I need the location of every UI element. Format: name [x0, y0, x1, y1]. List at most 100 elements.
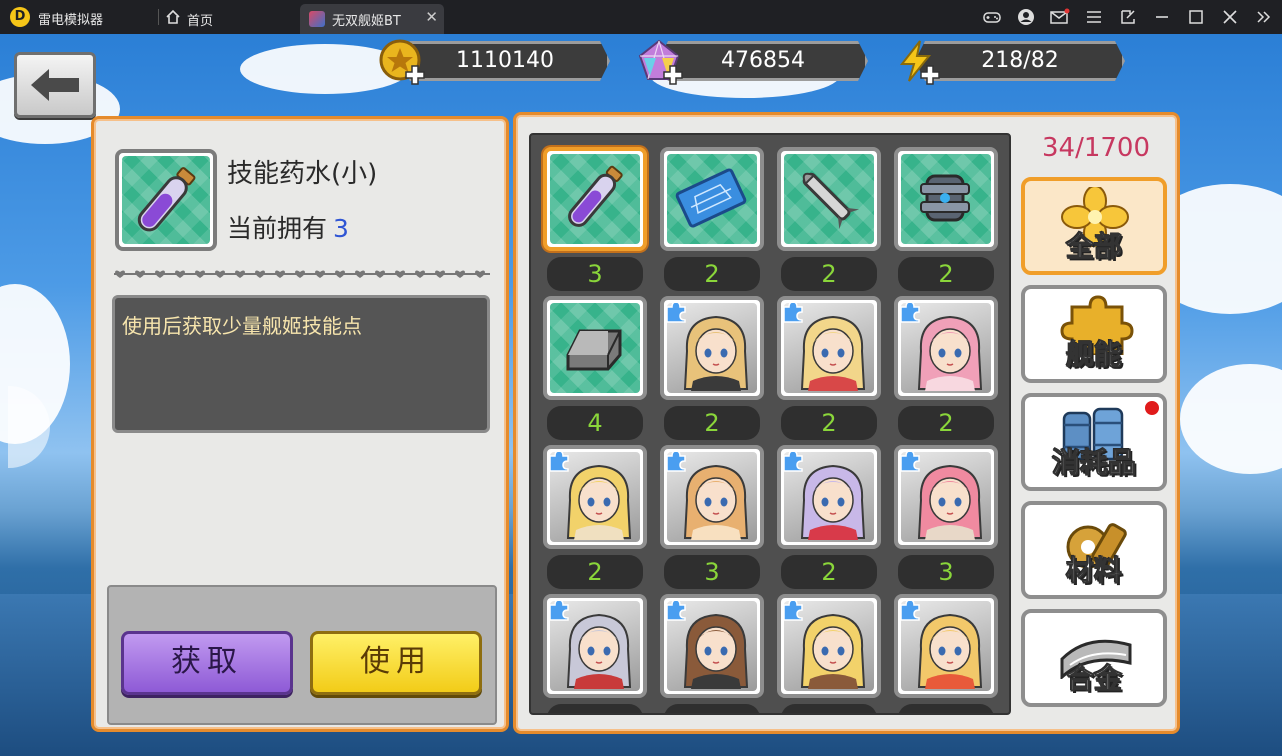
game-app-icon — [309, 11, 325, 27]
item-count — [781, 704, 877, 713]
add-gems-icon[interactable] — [662, 64, 684, 86]
item-slot[interactable] — [777, 296, 881, 400]
gold-resource: 1110140 — [378, 38, 612, 86]
popout-icon[interactable] — [1117, 6, 1139, 28]
item-slot[interactable] — [660, 594, 764, 698]
minimize-icon[interactable] — [1151, 6, 1173, 28]
category-label: 舰能 — [1065, 338, 1122, 372]
cloud-decoration — [1180, 364, 1282, 474]
item-slot[interactable] — [543, 594, 647, 698]
item-count: 3 — [547, 257, 643, 291]
category-tab-2[interactable]: 消耗品 — [1021, 393, 1167, 491]
item-detail-panel: 技能药水(小) 当前拥有 3 使用后获取少量舰姬技能点 获取 使用 — [91, 116, 509, 732]
fragment-puzzle-icon — [550, 601, 569, 621]
item-count: 2 — [898, 257, 994, 291]
titlebar-separator — [158, 9, 159, 25]
category-label: 全部 — [1065, 230, 1122, 264]
item-slot[interactable] — [543, 445, 647, 549]
fragment-puzzle-icon — [901, 303, 920, 323]
item-count: 2 — [547, 555, 643, 589]
module-icon — [920, 174, 970, 222]
item-slot[interactable] — [543, 296, 647, 400]
item-slot[interactable] — [777, 445, 881, 549]
item-slot[interactable] — [894, 147, 998, 251]
character-portrait-icon — [917, 464, 983, 540]
close-tab-icon[interactable]: ✕ — [425, 8, 438, 26]
character-portrait-icon — [566, 613, 632, 689]
tab-home[interactable]: 首页 — [165, 4, 295, 34]
item-count: 2 — [781, 406, 877, 440]
tab-game[interactable]: 无双舰姬BT ✕ — [300, 4, 444, 34]
maximize-icon[interactable] — [1185, 6, 1207, 28]
add-energy-icon[interactable] — [919, 64, 941, 86]
item-slot[interactable] — [777, 594, 881, 698]
gem-amount: 476854 — [658, 41, 868, 81]
item-count: 3 — [898, 555, 994, 589]
character-portrait-icon — [800, 464, 866, 540]
fragment-puzzle-icon — [901, 601, 920, 621]
character-portrait-icon — [683, 464, 749, 540]
item-slot[interactable] — [660, 445, 764, 549]
fragment-puzzle-icon — [667, 601, 686, 621]
account-icon[interactable] — [1015, 6, 1037, 28]
item-count: 4 — [547, 406, 643, 440]
inventory-capacity: 34/1700 — [1042, 133, 1151, 163]
item-slot[interactable] — [777, 147, 881, 251]
item-slot[interactable] — [894, 296, 998, 400]
category-label: 材料 — [1065, 554, 1122, 588]
fragment-puzzle-icon — [784, 452, 803, 472]
potion-icon — [137, 167, 196, 232]
mail-icon[interactable] — [1048, 6, 1070, 28]
side-arrows-icon[interactable] — [1252, 6, 1274, 28]
tab-game-label: 无双舰姬BT — [332, 14, 401, 29]
character-portrait-icon — [683, 315, 749, 391]
fragment-puzzle-icon — [667, 303, 686, 323]
owned-count-row: 当前拥有 3 — [227, 209, 349, 245]
category-tab-1[interactable]: 舰能 — [1021, 285, 1167, 383]
close-window-icon[interactable] — [1219, 6, 1241, 28]
item-count: 2 — [781, 257, 877, 291]
fragment-puzzle-icon — [784, 303, 803, 323]
inventory-panel: 32224 2 2 2 2 3 2 3 34/1700 全部 舰能 消耗品 材料… — [513, 112, 1180, 734]
owned-count: 3 — [333, 214, 349, 243]
character-portrait-icon — [917, 613, 983, 689]
fragment-puzzle-icon — [784, 601, 803, 621]
item-count: 2 — [898, 406, 994, 440]
item-slot[interactable] — [894, 445, 998, 549]
item-slot[interactable] — [660, 296, 764, 400]
item-count: 2 — [664, 406, 760, 440]
item-count — [898, 704, 994, 713]
missile-icon — [802, 172, 860, 230]
add-gold-icon[interactable] — [404, 64, 426, 86]
fragment-puzzle-icon — [667, 452, 686, 472]
back-button[interactable] — [14, 52, 96, 118]
game-scene: 1110140 476854 218/82 技能药水(小) 当前拥有 3 使用后… — [0, 34, 1282, 756]
fragment-puzzle-icon — [901, 452, 920, 472]
character-portrait-icon — [566, 464, 632, 540]
category-tab-0[interactable]: 全部 — [1021, 177, 1167, 275]
back-arrow-icon — [31, 69, 79, 101]
item-slot[interactable] — [543, 147, 647, 251]
potion-icon — [568, 165, 623, 227]
gem-resource: 476854 — [636, 38, 870, 86]
use-button[interactable]: 使用 — [310, 631, 482, 695]
item-count: 2 — [664, 257, 760, 291]
get-button[interactable]: 获取 — [121, 631, 293, 695]
item-count — [547, 704, 643, 713]
item-count — [664, 704, 760, 713]
menu-icon[interactable] — [1083, 6, 1105, 28]
item-slot[interactable] — [660, 147, 764, 251]
gamepad-icon[interactable] — [981, 6, 1003, 28]
inventory-grid[interactable]: 32224 2 2 2 2 3 2 3 — [529, 133, 1011, 715]
notification-badge — [1143, 399, 1161, 417]
character-portrait-icon — [683, 613, 749, 689]
category-tab-4[interactable]: 合金 — [1021, 609, 1167, 707]
category-tab-3[interactable]: 材料 — [1021, 501, 1167, 599]
item-count: 3 — [664, 555, 760, 589]
energy-resource: 218/82 — [893, 38, 1127, 86]
energy-amount: 218/82 — [915, 41, 1125, 81]
item-slot[interactable] — [894, 594, 998, 698]
item-description: 使用后获取少量舰姬技能点 — [112, 295, 490, 433]
owned-label: 当前拥有 — [227, 214, 328, 243]
action-button-tray: 获取 使用 — [107, 585, 497, 725]
